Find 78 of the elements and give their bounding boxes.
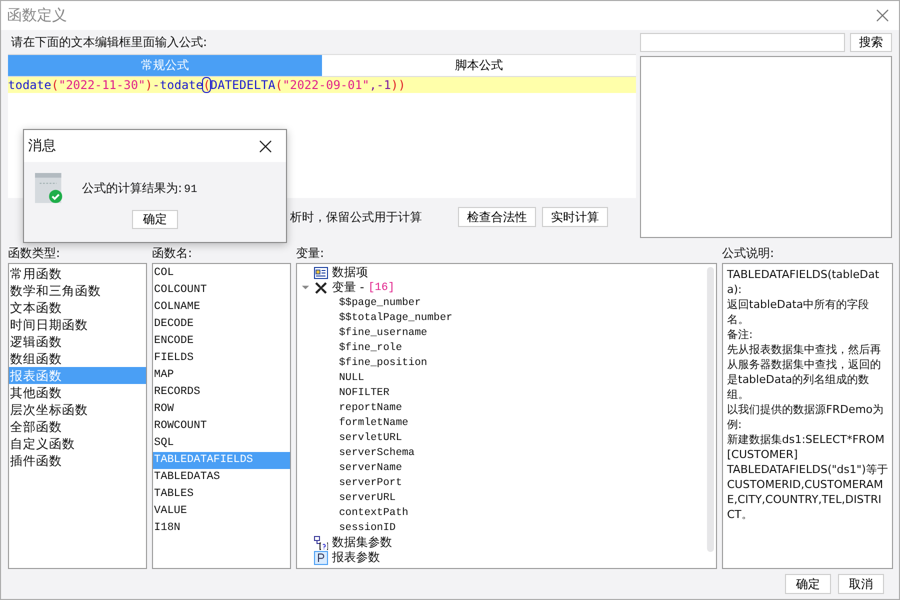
list-item[interactable]: 常用函数: [9, 265, 146, 282]
tree-item[interactable]: sessionID: [339, 522, 396, 534]
list-item[interactable]: ENCODE: [153, 333, 290, 350]
description-text: TABLEDATAFIELDS(tableData):: [727, 267, 880, 297]
description-text: 先从报表数据集中查找，然后再从服务器数据集中查找，返回的是tableData的列名组成的数组。: [727, 342, 882, 402]
search-field[interactable]: [640, 33, 845, 52]
formula-text: todate("2022-11-30")-todate(DATEDELTA("2022-09-01",-1)): [8, 77, 636, 93]
list-label: 公式说明:: [722, 245, 776, 262]
list-item[interactable]: 插件函数: [9, 452, 146, 469]
list-item[interactable]: DECODE: [153, 316, 290, 333]
success-icon: [35, 172, 65, 204]
list-item[interactable]: 文本函数: [9, 299, 146, 316]
list-item[interactable]: COLNAME: [153, 299, 290, 316]
tree-item[interactable]: $$page_number: [339, 296, 421, 308]
list-item[interactable]: FIELDS: [153, 350, 290, 367]
list-item[interactable]: MAP: [153, 367, 290, 384]
search-button[interactable]: 搜索: [850, 33, 892, 52]
list-label: 变量:: [296, 245, 326, 262]
list-item[interactable]: 逻辑函数: [9, 333, 146, 350]
list-item[interactable]: COLCOUNT: [153, 282, 290, 299]
scrollbar[interactable]: [707, 267, 714, 552]
list-item[interactable]: 数学和三角函数: [9, 282, 146, 299]
option-label: 析时，保留公式用于计算: [290, 208, 422, 226]
tree-item[interactable]: NOFILTER: [339, 386, 390, 398]
message-title: 消息: [28, 137, 56, 155]
list-item[interactable]: SQL: [153, 435, 290, 452]
tree-item[interactable]: servletURL: [339, 432, 402, 444]
list-item[interactable]: TABLEDATAS: [153, 469, 290, 486]
ok-button[interactable]: 确定: [132, 210, 178, 229]
list-item[interactable]: 自定义函数: [9, 435, 146, 452]
tree-item[interactable]: serverPort: [339, 476, 402, 488]
window-title: 函数定义: [7, 6, 67, 25]
list-item[interactable]: 全部函数: [9, 418, 146, 435]
form-icon: [314, 266, 328, 280]
action-button[interactable]: 检查合法性: [458, 207, 536, 227]
action-button[interactable]: 实时计算: [542, 207, 608, 227]
list-item[interactable]: 层次坐标函数: [9, 401, 146, 418]
list-label: 函数类型:: [8, 245, 62, 262]
tree-item[interactable]: 数据项: [332, 264, 368, 281]
tree-item[interactable]: $$totalPage_number: [339, 312, 452, 324]
caret-icon[interactable]: [301, 283, 310, 292]
tree-item[interactable]: formletName: [339, 416, 408, 428]
list-item[interactable]: ROWCOUNT: [153, 418, 290, 435]
list-item[interactable]: ROW: [153, 401, 290, 418]
description-text: 备注:: [727, 327, 754, 342]
list-item[interactable]: I18N: [153, 520, 290, 537]
tree-item[interactable]: $fine_position: [339, 356, 428, 368]
list-item[interactable]: RECORDS: [153, 384, 290, 401]
list-item[interactable]: 时间日期函数: [9, 316, 146, 333]
message-text: 公式的计算结果为: 91: [82, 180, 198, 196]
tree-item[interactable]: 变量 -: [332, 279, 364, 296]
dialog-button[interactable]: 取消: [838, 574, 884, 594]
close-icon[interactable]: [259, 140, 272, 152]
tree-item[interactable]: 报表参数: [332, 549, 380, 566]
tree-item[interactable]: $fine_role: [339, 342, 402, 354]
parameter-icon: [314, 550, 328, 564]
tree-item[interactable]: reportName: [339, 402, 402, 414]
tree-item[interactable]: $fine_username: [339, 326, 428, 338]
description-text: 返回tableData中所有的字段名。: [727, 297, 870, 327]
tree-item[interactable]: 数据集参数: [332, 534, 392, 551]
list-item[interactable]: COL: [153, 265, 290, 282]
description-text: 以我们提供的数据源FRDemo为例:: [727, 402, 885, 432]
description-text: 新建数据集ds1:SELECT*FROM[CUSTOMER]: [727, 432, 886, 462]
tree-item[interactable]: serverURL: [339, 492, 396, 504]
description-text: TABLEDATAFIELDS("ds1")等于CUSTOMERID,CUSTOMERAME,CITY,COUNTRY,TEL,DISTRICT。: [727, 462, 888, 522]
list-item[interactable]: 数组函数: [9, 350, 146, 367]
tree-item[interactable]: NULL: [339, 372, 364, 384]
list-item[interactable]: 其他函数: [9, 384, 146, 401]
item-count: [16]: [368, 282, 395, 294]
list-item[interactable]: TABLES: [153, 486, 290, 503]
tree-item[interactable]: serverName: [339, 462, 402, 474]
dataset-icon: [314, 536, 328, 550]
list-item[interactable]: VALUE: [153, 503, 290, 520]
tree-item[interactable]: contextPath: [339, 506, 408, 518]
tree-item[interactable]: serverSchema: [339, 446, 415, 458]
prompt-label: 请在下面的文本编辑框里面输入公式:: [10, 34, 208, 51]
list-label: 函数名:: [152, 245, 194, 262]
dialog-button[interactable]: 确定: [785, 574, 831, 594]
